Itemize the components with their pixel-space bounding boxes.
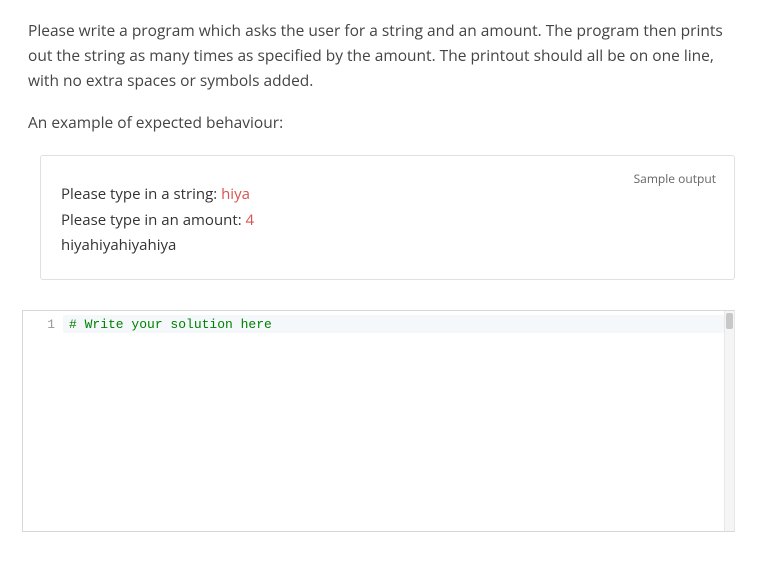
code-editor[interactable]: 1 # Write your solution here [22, 310, 735, 532]
example-intro-text: An example of expected behaviour: [28, 110, 735, 135]
sample-line: Please type in an amount: 4 [61, 208, 714, 234]
exercise-instructions: Please write a program which asks the us… [28, 18, 735, 92]
code-area[interactable]: # Write your solution here [63, 311, 734, 531]
code-line: # Write your solution here [69, 315, 734, 335]
sample-output-content: Please type in a string: hiya Please typ… [61, 182, 714, 259]
line-number: 1 [23, 315, 55, 335]
sample-line: hiyahiyahiyahiya [61, 233, 714, 259]
sample-line: Please type in a string: hiya [61, 182, 714, 208]
vertical-scrollbar[interactable] [724, 311, 734, 531]
sample-prompt: Please type in a string: [61, 184, 221, 204]
sample-output-label: Sample output [634, 170, 716, 187]
sample-output-box: Sample output Please type in a string: h… [40, 155, 735, 280]
sample-user-input: hiya [221, 184, 250, 204]
line-number-gutter: 1 [23, 311, 63, 531]
code-comment: # Write your solution here [69, 317, 272, 332]
sample-user-input: 4 [246, 210, 255, 230]
sample-result: hiyahiyahiyahiya [61, 235, 176, 255]
sample-prompt: Please type in an amount: [61, 210, 246, 230]
